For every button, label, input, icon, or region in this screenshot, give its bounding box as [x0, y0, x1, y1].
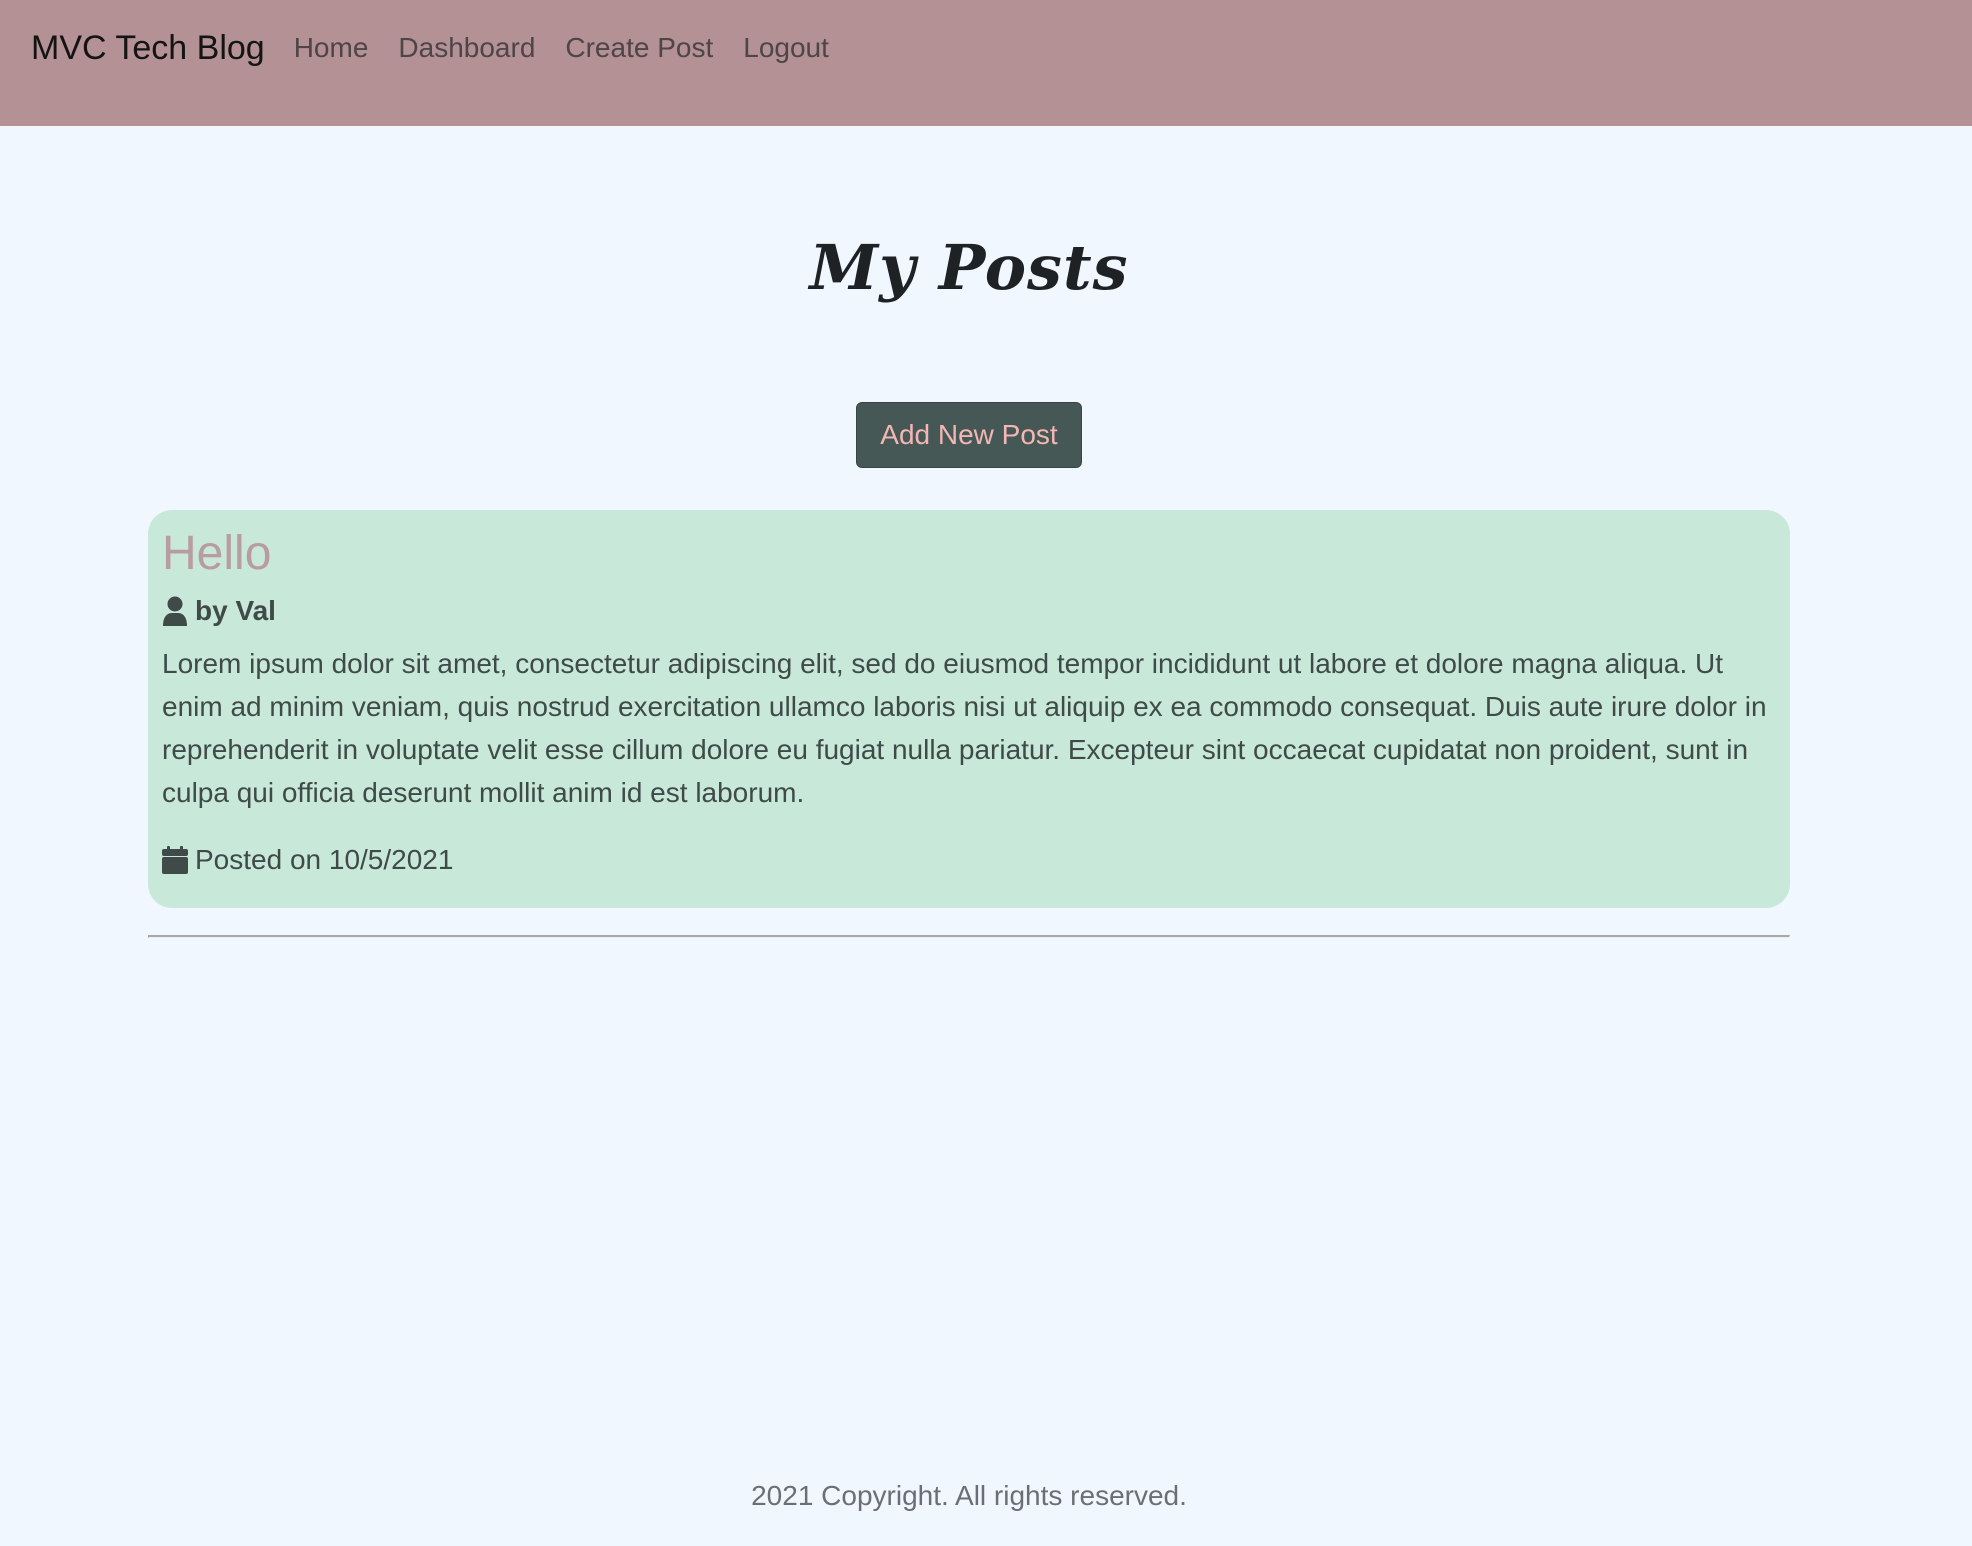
post-date: Posted on 10/5/2021 — [162, 840, 1774, 880]
post-date-text: Posted on 10/5/2021 — [195, 844, 454, 875]
nav-link-home[interactable]: Home — [279, 24, 384, 72]
post-title[interactable]: Hello — [162, 524, 1774, 584]
post-author-text: by Val — [195, 595, 276, 626]
post-card[interactable]: Hello by Val Lorem ipsum dolor sit amet,… — [148, 510, 1790, 908]
post-body: Lorem ipsum dolor sit amet, consectetur … — [162, 648, 1767, 808]
nav-links: Home Dashboard Create Post Logout — [279, 24, 844, 72]
nav-link-dashboard[interactable]: Dashboard — [383, 24, 550, 72]
page-title: My Posts — [809, 231, 1129, 304]
add-new-post-button[interactable]: Add New Post — [856, 402, 1082, 468]
calendar-icon — [162, 845, 188, 875]
footer-copyright: 2021 Copyright. All rights reserved. — [751, 1480, 1187, 1511]
divider — [148, 935, 1790, 938]
nav-link-logout[interactable]: Logout — [728, 24, 844, 72]
navbar: MVC Tech Blog Home Dashboard Create Post… — [0, 0, 1972, 126]
post-author: by Val — [162, 592, 1774, 630]
brand-link[interactable]: MVC Tech Blog — [31, 24, 265, 72]
nav-link-create-post[interactable]: Create Post — [550, 24, 728, 72]
user-icon — [162, 596, 188, 626]
